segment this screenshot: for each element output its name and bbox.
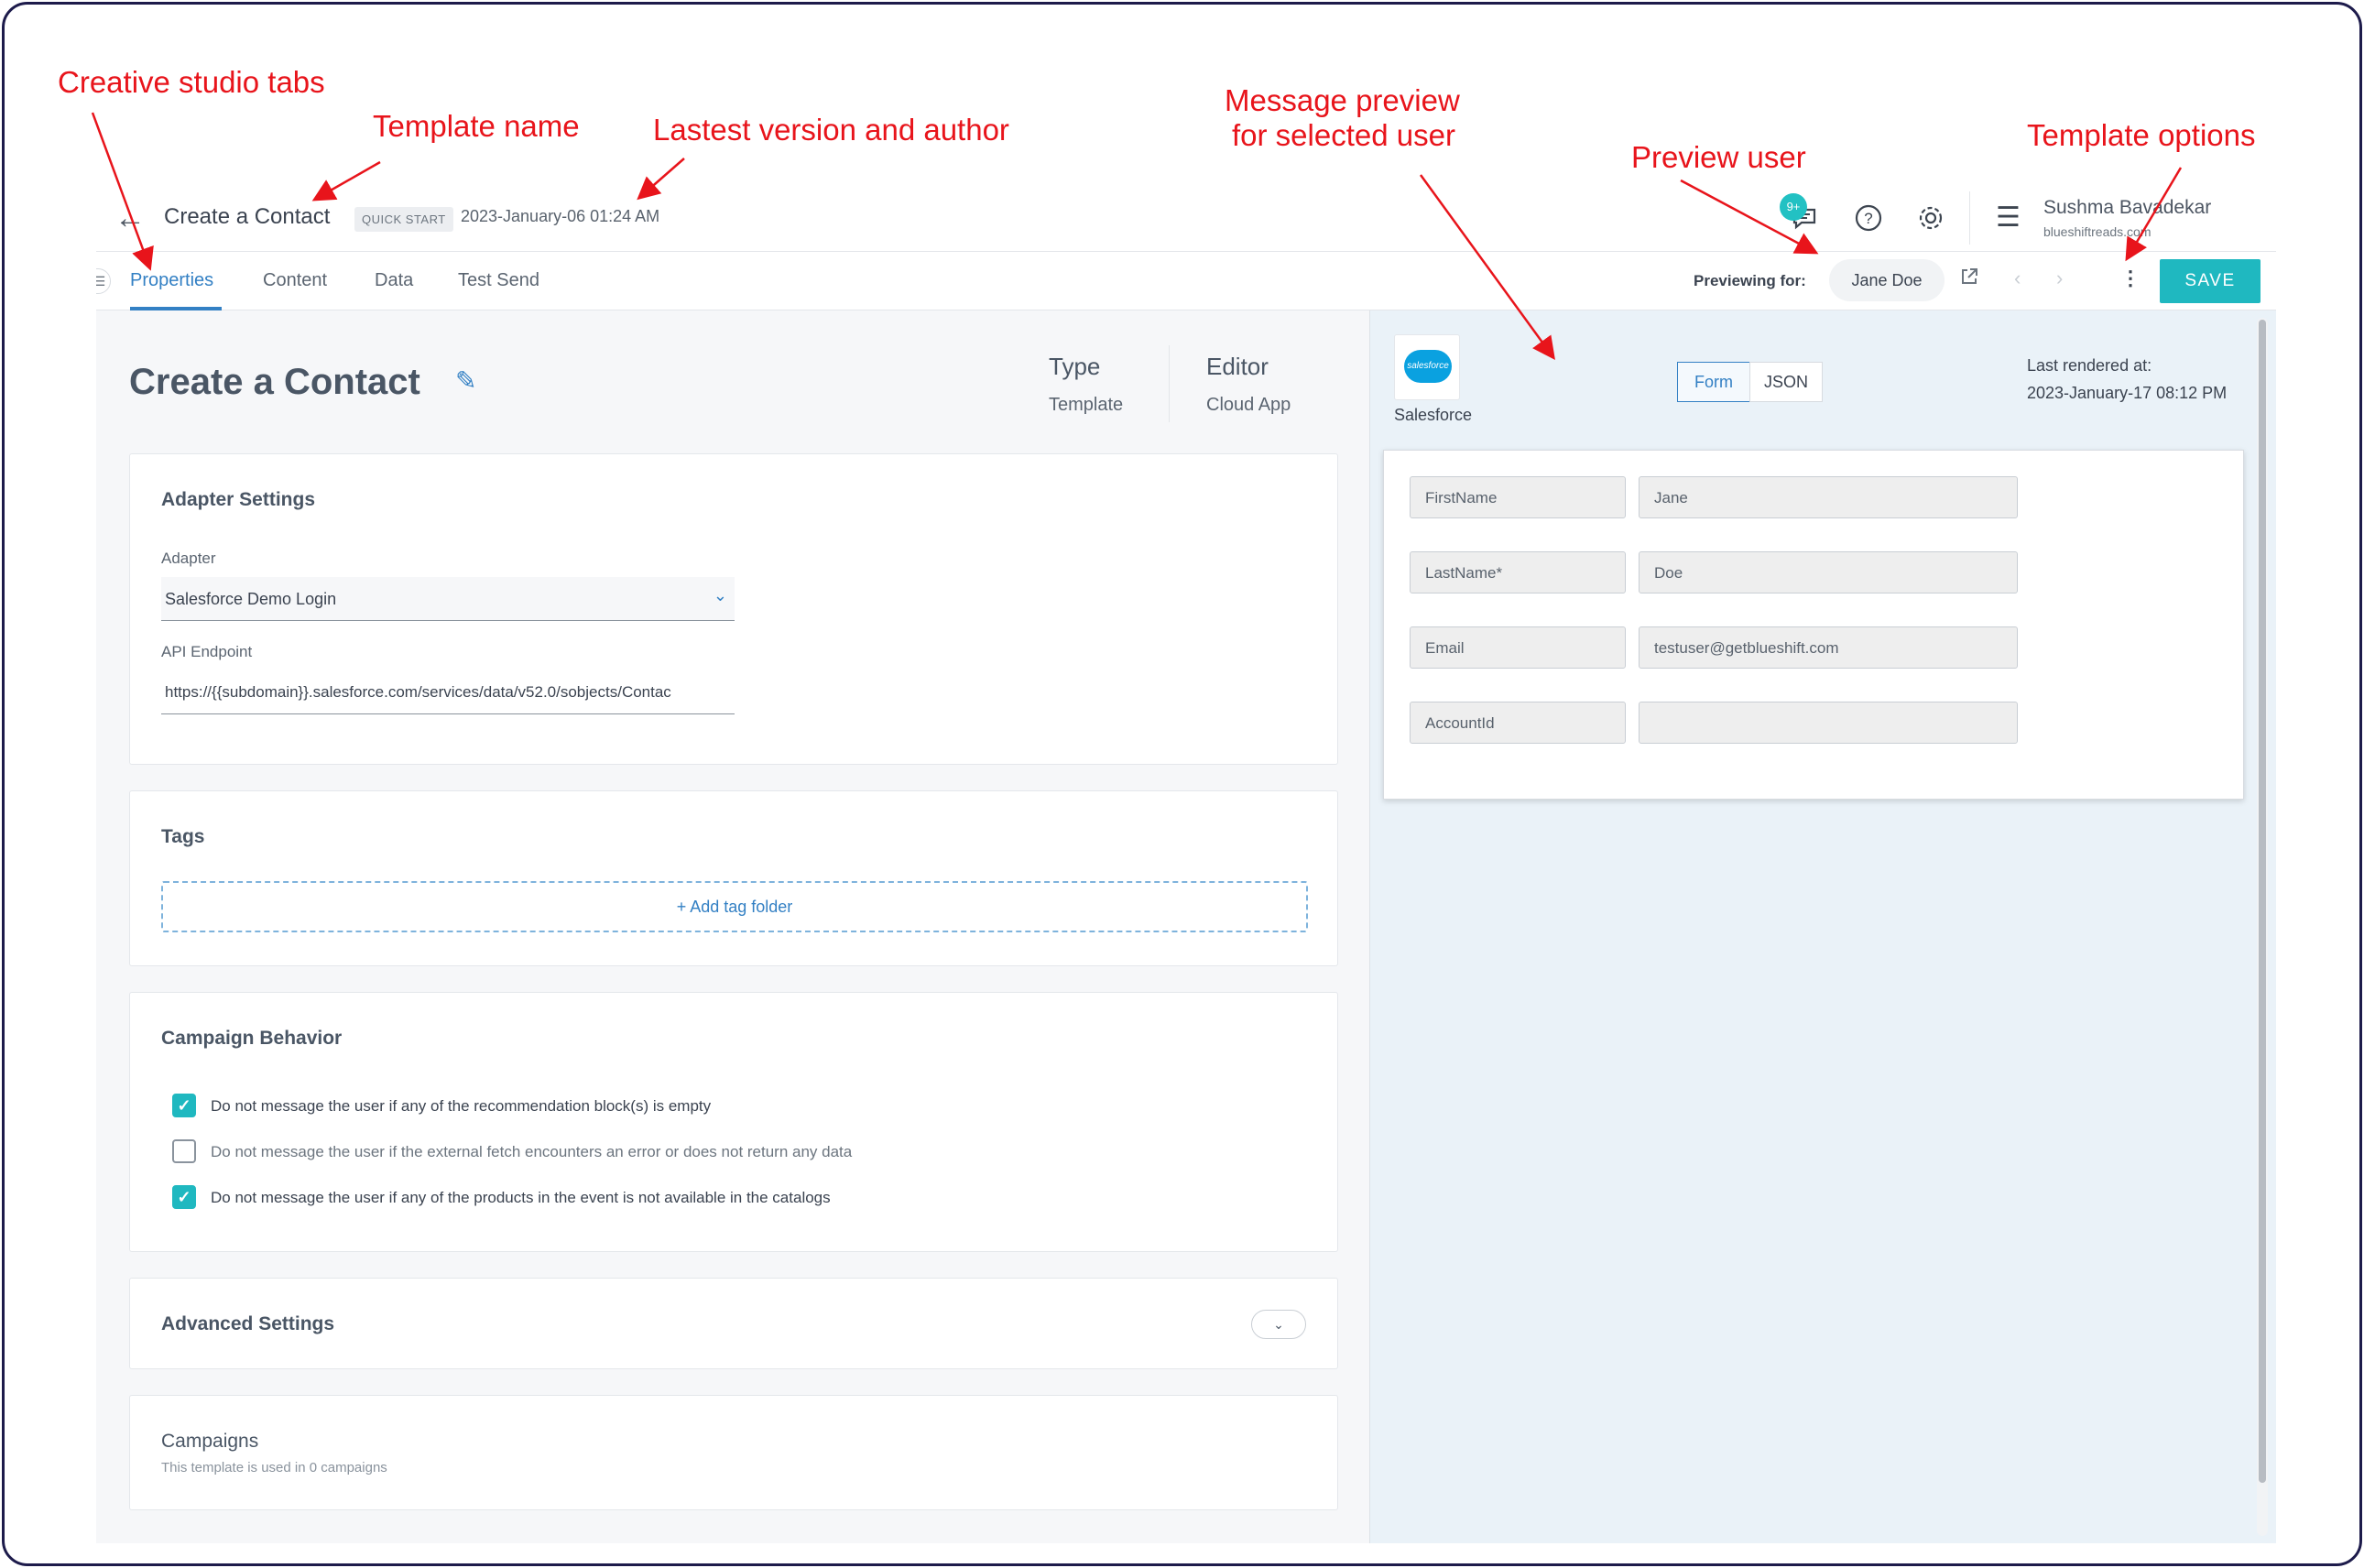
arrow-latest-version bbox=[637, 158, 685, 201]
arrow-template-name bbox=[311, 160, 381, 201]
screenshot-frame: Creative studio tabs Template name Laste… bbox=[2, 2, 2362, 1566]
arrow-preview-user bbox=[1680, 179, 1819, 255]
arrow-message-preview bbox=[1419, 174, 1555, 361]
annotation-arrows bbox=[91, 112, 2183, 361]
arrow-creative-tabs bbox=[91, 112, 154, 271]
arrow-template-options bbox=[2125, 167, 2183, 262]
